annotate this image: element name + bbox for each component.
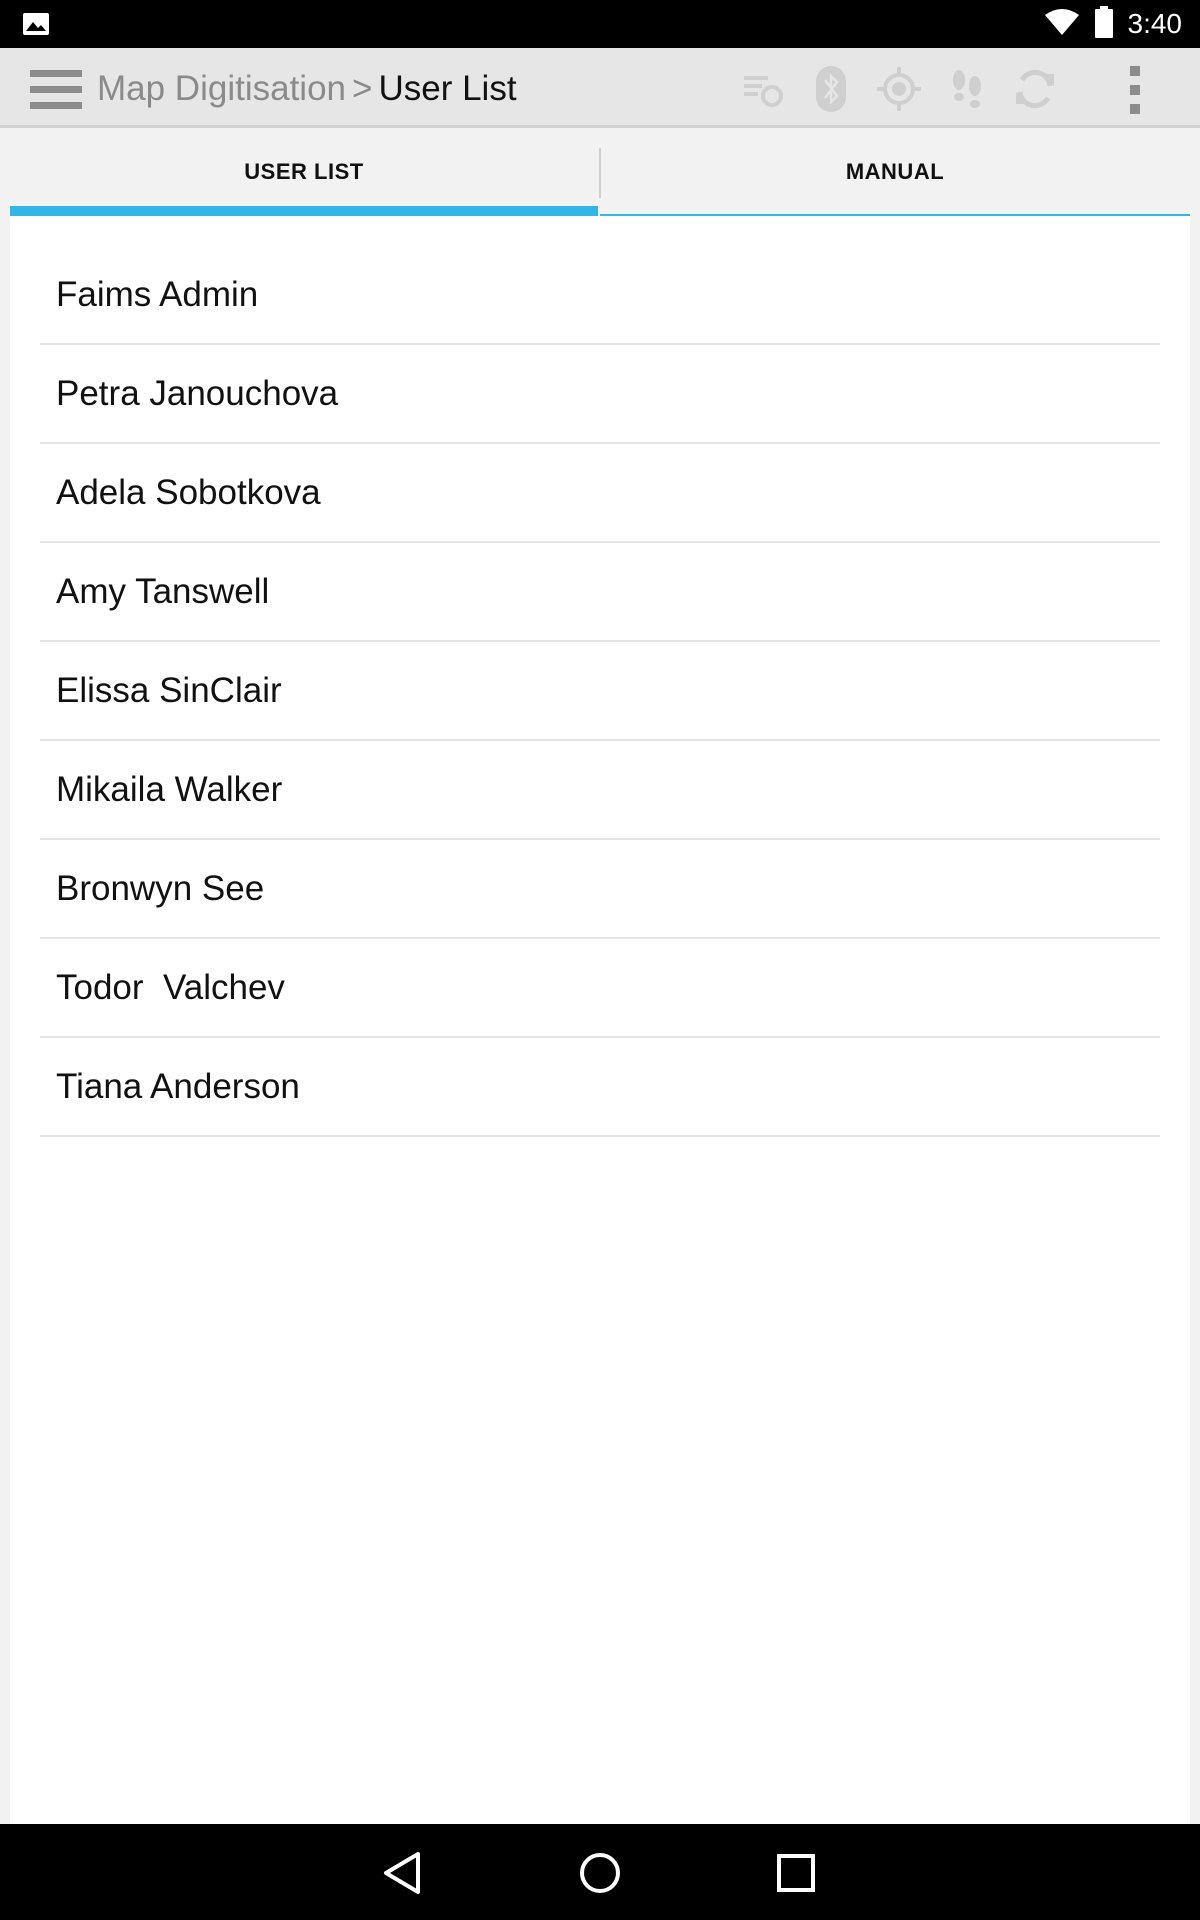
- active-tab-indicator: [10, 206, 598, 216]
- user-name: Bronwyn See: [56, 868, 265, 908]
- content-area: Faims Admin Petra Janouchova Adela Sobot…: [10, 216, 1190, 1824]
- wifi-icon: [1044, 8, 1080, 41]
- user-name: Elissa SinClair: [56, 670, 282, 710]
- overflow-menu-icon[interactable]: [1120, 64, 1150, 116]
- home-icon[interactable]: [575, 1848, 625, 1898]
- navigation-bar: [0, 1824, 1200, 1920]
- gps-icon[interactable]: [876, 66, 922, 112]
- user-name: Faims Admin: [56, 274, 259, 314]
- user-name: Todor Valchev: [56, 967, 285, 1007]
- recents-icon[interactable]: [771, 1848, 821, 1898]
- breadcrumb-parent[interactable]: Map Digitisation: [97, 69, 346, 108]
- list-item[interactable]: Amy Tanswell: [40, 543, 1160, 642]
- list-item[interactable]: Tiana Anderson: [40, 1038, 1160, 1137]
- back-icon[interactable]: [378, 1848, 428, 1898]
- list-item[interactable]: Elissa SinClair: [40, 642, 1160, 741]
- list-item[interactable]: Todor Valchev: [40, 939, 1160, 1038]
- list-item[interactable]: Petra Janouchova: [40, 345, 1160, 444]
- user-name: Amy Tanswell: [56, 571, 270, 611]
- breadcrumb-separator: >: [352, 69, 373, 108]
- action-bar-icons: [740, 66, 1058, 112]
- user-name: Tiana Anderson: [56, 1066, 300, 1106]
- tab-bar: USER LIST MANUAL: [10, 128, 1190, 216]
- user-list: Faims Admin Petra Janouchova Adela Sobot…: [40, 246, 1160, 1137]
- action-bar: Map Digitisation > User List: [0, 48, 1200, 128]
- list-item[interactable]: Faims Admin: [40, 246, 1160, 345]
- bluetooth-icon[interactable]: [808, 66, 854, 112]
- breadcrumb-current: User List: [378, 69, 517, 108]
- list-item[interactable]: Mikaila Walker: [40, 741, 1160, 840]
- page-title: Map Digitisation > User List: [97, 68, 517, 110]
- battery-icon: [1094, 5, 1114, 43]
- list-item[interactable]: Adela Sobotkova: [40, 444, 1160, 543]
- sync-list-icon[interactable]: [740, 66, 786, 112]
- status-bar: 3:40: [0, 0, 1200, 48]
- clock: 3:40: [1127, 8, 1183, 39]
- user-name: Petra Janouchova: [56, 373, 339, 413]
- user-name: Adela Sobotkova: [56, 472, 321, 512]
- user-name: Mikaila Walker: [56, 769, 283, 809]
- tab-user-list[interactable]: USER LIST: [10, 128, 598, 216]
- drawer-menu-icon[interactable]: [30, 70, 82, 110]
- image-notification-icon: [22, 12, 50, 41]
- footsteps-icon[interactable]: [944, 66, 990, 112]
- tab-manual[interactable]: MANUAL: [600, 128, 1190, 216]
- refresh-icon[interactable]: [1012, 66, 1058, 112]
- list-item[interactable]: Bronwyn See: [40, 840, 1160, 939]
